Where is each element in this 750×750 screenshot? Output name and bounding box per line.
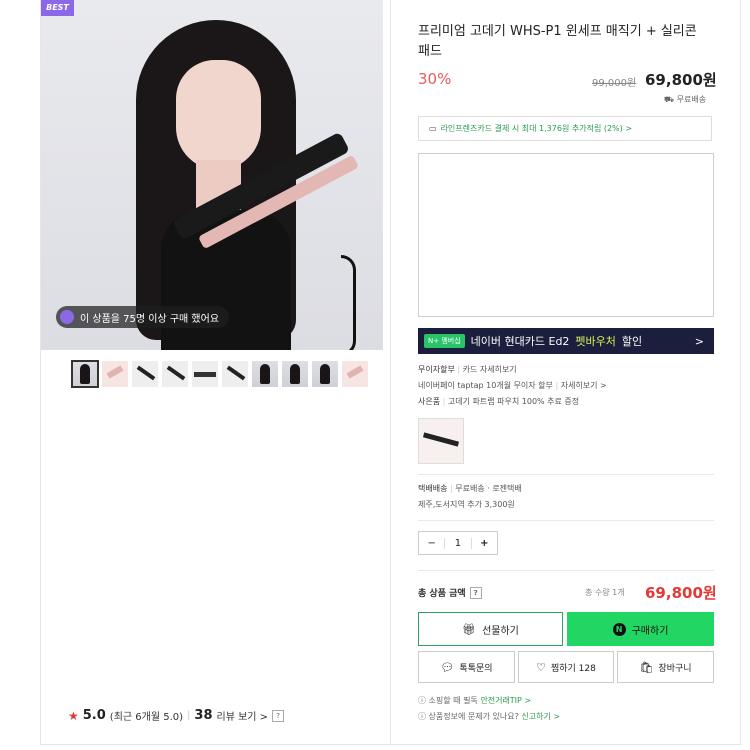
banner-arrow-icon: > — [694, 334, 704, 348]
help-icon[interactable]: ? — [272, 709, 285, 722]
delivery-info: 택배배송 | 무료배송 · 로젠택배 제주,도서지역 추가 3,300원 — [418, 481, 522, 513]
thumbnail-10[interactable] — [342, 361, 368, 387]
cart-icon: 🛍︎ — [639, 660, 654, 674]
truck-icon: ⛟ — [664, 95, 677, 104]
total-label: 총 상품 금액 ? — [418, 586, 482, 599]
cart-button[interactable]: 🛍︎ 장바구니 — [617, 651, 714, 683]
thumbnail-2[interactable] — [102, 361, 128, 387]
thumbnail-7[interactable] — [252, 361, 278, 387]
gift-label: 사은품 — [418, 397, 441, 406]
bag-icon — [60, 310, 74, 324]
review-count: 38 — [194, 708, 213, 723]
taptap-link[interactable]: 자세히보기 > — [561, 381, 607, 390]
divider-line — [418, 570, 714, 571]
taptap-text: 네이버페이 taptap 10개월 무이자 할부 — [418, 381, 553, 390]
footer-notice: ⓘ 소핑할 때 필독 안전거래TIP > ⓘ 상품정보에 문제가 있나요? 신고… — [418, 693, 560, 725]
installment-label: 무이자할부 — [418, 365, 455, 374]
card-icon: ▭ — [429, 124, 437, 133]
straightener-cord — [341, 255, 356, 350]
thumbnail-1[interactable] — [71, 360, 99, 388]
gift-icon: 🎁︎ — [462, 622, 477, 636]
thumbnail-5[interactable] — [192, 361, 218, 387]
shipping-text: 무료배송 — [676, 95, 707, 104]
gift-product-thumbnail[interactable] — [418, 418, 464, 464]
thumbnail-3[interactable] — [132, 361, 158, 387]
original-price: 99,000원 — [592, 78, 637, 89]
rating-summary: ★ 5.0 (최근 6개월 5.0) | 38 리뷰 보기 > ? — [68, 708, 285, 723]
total-quantity: 총 수량 1개 — [585, 588, 625, 597]
card-benefit-text: 라인프렌즈카드 결제 시 최대 1,376원 추가적립 (2%) > — [440, 124, 633, 133]
quantity-stepper: − 1 + — [418, 531, 498, 555]
heart-icon: ♡ — [536, 660, 546, 674]
naverpay-icon: N — [612, 622, 626, 636]
sale-price: 69,800원 — [645, 71, 717, 89]
discount-rate: 30% — [418, 70, 452, 88]
model-face — [176, 60, 261, 170]
gift-row: 사은품 | 고데기 파트랩 파우치 100% 추료 증정 — [418, 397, 580, 406]
cart-label: 장바구니 — [658, 663, 692, 674]
badge-text: 이 상품을 75명 이상 구매 했어요 — [80, 313, 220, 325]
quantity-plus-button[interactable]: + — [470, 537, 497, 549]
product-title: 프리미엄 고데기 WHS-P1 윈세프 매직기 + 실리콘패드 — [418, 24, 697, 59]
talk-button[interactable]: 💬︎ 톡톡문의 — [418, 651, 515, 683]
thumbnail-6[interactable] — [222, 361, 248, 387]
gift-value: 고데기 파트랩 파우치 100% 추료 증정 — [447, 397, 580, 406]
best-label: BEST — [41, 0, 74, 16]
banner-text-c: 할인 — [621, 335, 643, 348]
total-price: 69,800원 — [645, 584, 717, 602]
buy-button[interactable]: N 구매하기 — [567, 612, 714, 646]
banner-text-b: 펫바우처 — [575, 335, 616, 348]
wish-button[interactable]: ♡ 찜하기 128 — [518, 651, 614, 683]
installment-link[interactable]: 카드 자세히보기 — [463, 365, 517, 374]
gift-button[interactable]: 🎁︎ 선물하기 — [418, 612, 563, 646]
shipping-short: ⛟ 무료배송 — [664, 94, 706, 105]
wish-label: 찜하기 128 — [550, 663, 596, 674]
thumbnail-strip — [71, 360, 368, 388]
promo-banner[interactable]: N+ 멤버십 네이버 현대카드 Ed2 펫바우처 할인 > — [418, 328, 714, 354]
thumbnail-9[interactable] — [312, 361, 338, 387]
benefit-info: 무이자할부 | 카드 자세히보기 네이버페이 taptap 10개월 무이자 할… — [418, 362, 607, 410]
quantity-input[interactable]: 1 — [445, 538, 470, 549]
info-icon: ⓘ — [418, 696, 429, 705]
banner-text-a: 네이버 현대카드 Ed2 — [470, 335, 570, 348]
column-divider — [390, 0, 391, 744]
star-icon: ★ — [68, 708, 79, 723]
report-text: 상품정보에 문제가 있나요? — [428, 712, 519, 721]
purchase-count-badge: 이 상품을 75명 이상 구매 했어요 — [56, 306, 230, 328]
rating-separator: | — [187, 710, 191, 721]
divider-line — [418, 474, 714, 475]
taptap-row: 네이버페이 taptap 10개월 무이자 할부 | 자세히보기 > — [418, 381, 607, 390]
buy-button-label: 구매하기 — [631, 625, 669, 637]
thumbnail-8[interactable] — [282, 361, 308, 387]
delivery-value: 무료배송 · 로젠택배 — [455, 484, 522, 493]
safe-trade-link[interactable]: 안전거래TIP > — [480, 696, 531, 705]
gift-button-label: 선물하기 — [482, 625, 519, 637]
delivery-label: 택배배송 — [418, 484, 448, 493]
card-benefit-box[interactable]: ▭ 라인프렌즈카드 결제 시 최대 1,376원 추가적립 (2%) > — [418, 116, 712, 141]
chat-icon: 💬︎ — [440, 660, 455, 674]
review-link[interactable]: 리뷰 보기 > — [217, 708, 269, 723]
installment-row: 무이자할부 | 카드 자세히보기 — [418, 365, 517, 374]
option-panel — [418, 153, 714, 317]
talk-label: 톡톡문의 — [459, 663, 493, 674]
rating-recent: (최근 6개월 5.0) — [109, 712, 184, 723]
report-link[interactable]: 신고하기 > — [521, 712, 560, 721]
total-label-text: 총 상품 금액 — [418, 589, 466, 599]
rating-score: 5.0 — [82, 708, 106, 723]
help-icon[interactable]: ? — [469, 586, 482, 599]
quantity-minus-button[interactable]: − — [419, 537, 446, 549]
delivery-extra: 제주,도서지역 추가 3,300원 — [418, 500, 515, 509]
membership-tag: N+ 멤버십 — [424, 334, 465, 348]
info-icon: ⓘ — [418, 712, 429, 721]
main-product-image[interactable]: BEST — [41, 0, 383, 350]
tip-text: 소핑할 때 필독 — [428, 696, 478, 705]
divider-line — [418, 520, 714, 521]
thumbnail-4[interactable] — [162, 361, 188, 387]
